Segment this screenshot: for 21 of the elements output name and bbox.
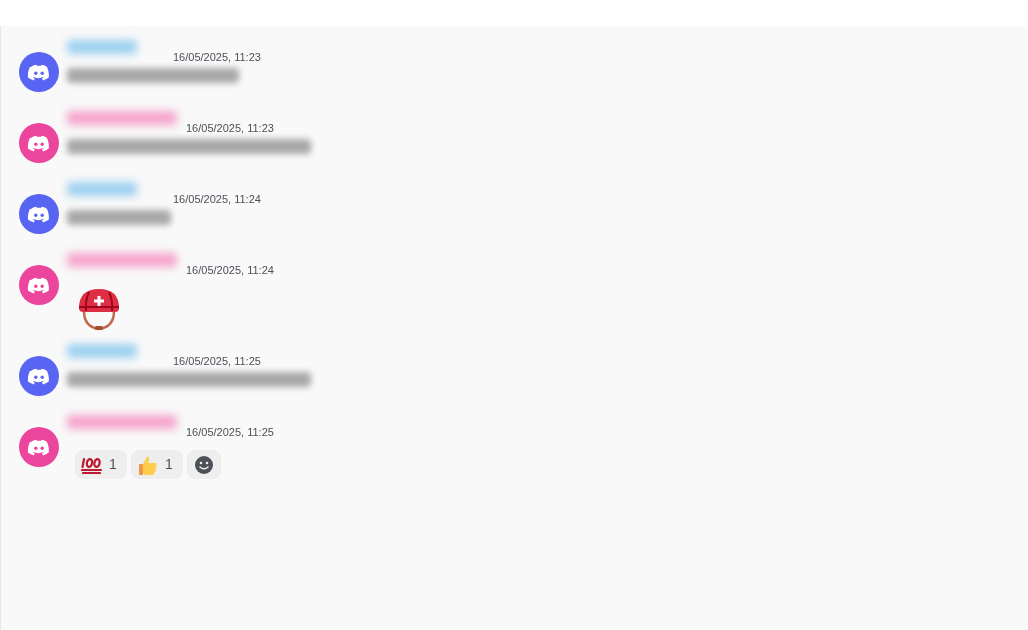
avatar-icon[interactable]	[19, 265, 59, 305]
timestamp: 16/05/2025, 11:24	[173, 192, 261, 206]
timestamp: 16/05/2025, 11:23	[186, 121, 274, 135]
avatar-icon[interactable]	[19, 427, 59, 467]
timestamp: 16/05/2025, 11:23	[173, 50, 261, 64]
add-reaction-button[interactable]	[187, 450, 221, 479]
helmet-icon	[77, 287, 121, 331]
smiley-icon	[194, 454, 214, 475]
timestamp: 16/05/2025, 11:25	[186, 425, 274, 439]
avatar-icon[interactable]	[19, 194, 59, 234]
reaction-button[interactable]: 1	[75, 450, 127, 479]
avatar-icon[interactable]	[19, 356, 59, 396]
timestamp: 16/05/2025, 11:25	[173, 354, 261, 368]
timestamp: 16/05/2025, 11:24	[186, 263, 274, 277]
reaction-button[interactable]: 1	[131, 450, 183, 479]
hundred-points-icon	[81, 455, 103, 474]
avatar-icon[interactable]	[19, 123, 59, 163]
blurred-username	[67, 344, 137, 358]
blurred-username	[67, 182, 137, 196]
blurred-username	[67, 40, 137, 54]
avatar-icon[interactable]	[19, 52, 59, 92]
